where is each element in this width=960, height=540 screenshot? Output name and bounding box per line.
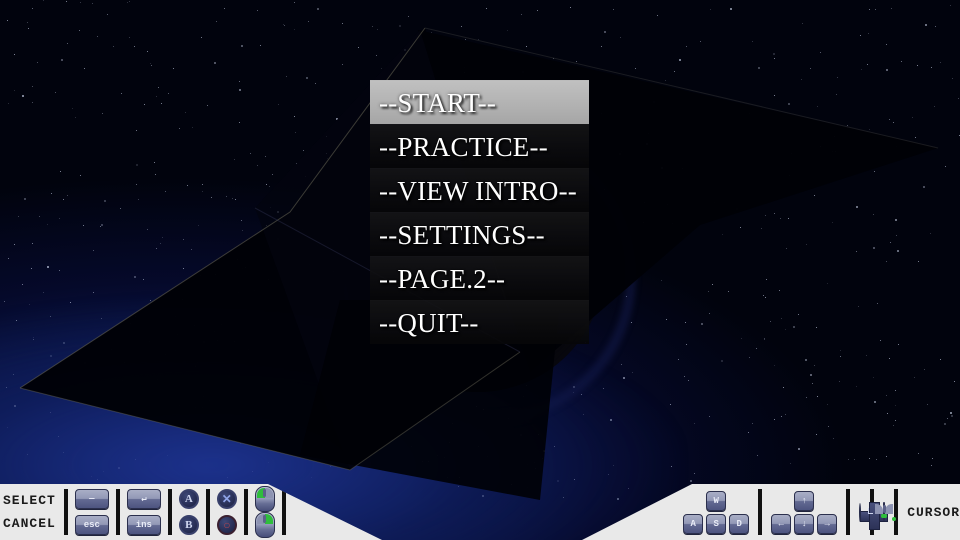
hud-divider xyxy=(846,489,851,535)
hud-divider xyxy=(281,489,286,535)
insert-key-icon[interactable]: ins xyxy=(126,514,161,536)
menu-item-quit[interactable]: --QUIT-- xyxy=(370,300,589,344)
key-row-bottom: ← ↓ → xyxy=(771,513,838,534)
key-arrow-down-icon[interactable]: ↓ xyxy=(794,513,815,534)
key-arrow-up-icon[interactable]: ↑ xyxy=(794,490,815,511)
hud-left-group-gamepad-playstation[interactable]: ✕ ○ xyxy=(213,488,241,536)
key-w-icon[interactable]: W xyxy=(706,490,727,511)
hud-left-group-gamepad-ab[interactable]: AB xyxy=(175,488,203,536)
menu-item-label: --PAGE.2-- xyxy=(379,264,506,294)
hud-right-group-arrow-keys[interactable]: ↑ ← ↓ → xyxy=(765,490,843,534)
game-screen: --START-- --PRACTICE-- --VIEW INTRO-- --SET… xyxy=(0,0,960,540)
menu-item-label: --PRACTICE-- xyxy=(379,132,548,162)
esc-key-icon[interactable]: esc xyxy=(74,514,109,536)
hud-divider xyxy=(167,489,172,535)
key-arrow-right-icon[interactable]: → xyxy=(817,513,838,534)
hud-label-select: SELECT xyxy=(3,493,56,508)
hud-divider xyxy=(243,489,248,535)
hud-divider xyxy=(758,489,763,535)
menu-item-label: --SETTINGS-- xyxy=(379,220,545,250)
menu-item-practice[interactable]: --PRACTICE-- xyxy=(370,124,589,168)
mouse-move-icon[interactable] xyxy=(875,502,897,521)
hud-divider xyxy=(63,489,68,535)
playstation-cross-button-icon[interactable]: ✕ xyxy=(216,488,237,510)
key-arrow-left-icon[interactable]: ← xyxy=(771,513,792,534)
menu-item-label: --QUIT-- xyxy=(379,308,479,338)
menu-item-viewintro[interactable]: --VIEW INTRO-- xyxy=(370,168,589,212)
main-menu[interactable]: --START-- --PRACTICE-- --VIEW INTRO-- --SET… xyxy=(370,80,589,344)
mouse-right-click-icon[interactable] xyxy=(254,512,275,538)
hud-left-group-keyboard-primary[interactable]: — esc xyxy=(71,488,113,536)
hud-divider xyxy=(205,489,210,535)
key-s-icon[interactable]: S xyxy=(706,513,727,534)
space-key-icon[interactable]: — xyxy=(74,488,109,510)
playstation-circle-button-icon[interactable]: ○ xyxy=(216,514,237,536)
hud-label-cancel: CANCEL xyxy=(3,516,56,531)
hud-right-group-wasd-keys[interactable]: WASD xyxy=(677,490,755,534)
menu-item-start[interactable]: --START-- xyxy=(370,80,589,124)
hud-right-group-gamepad-dpad[interactable] xyxy=(853,502,889,530)
hud-label-cursor: CURSOR xyxy=(907,504,960,520)
menu-item-settings[interactable]: --SETTINGS-- xyxy=(370,212,589,256)
hud-divider xyxy=(115,489,120,535)
menu-item-page.2[interactable]: --PAGE.2-- xyxy=(370,256,589,300)
menu-item-label: --START-- xyxy=(379,88,497,118)
key-row-top: ↑ xyxy=(794,490,815,511)
key-d-icon[interactable]: D xyxy=(729,513,750,534)
key-a-icon[interactable]: A xyxy=(683,513,704,534)
gamepad-b-button-icon[interactable]: B xyxy=(178,514,199,536)
mouse-left-click-icon[interactable] xyxy=(254,486,275,512)
hud-divider xyxy=(894,489,899,535)
menu-item-label: --VIEW INTRO-- xyxy=(379,176,577,206)
key-row-top: W xyxy=(706,490,727,511)
hud-left-group-mouse[interactable] xyxy=(251,486,279,538)
key-row-bottom: ASD xyxy=(683,513,750,534)
hud-left-labels: SELECT CANCEL xyxy=(0,493,61,531)
enter-key-icon[interactable]: ↵ xyxy=(126,488,161,510)
hud-left-group-keyboard-secondary[interactable]: ↵ ins xyxy=(123,488,165,536)
gamepad-a-button-icon[interactable]: A xyxy=(178,488,199,510)
